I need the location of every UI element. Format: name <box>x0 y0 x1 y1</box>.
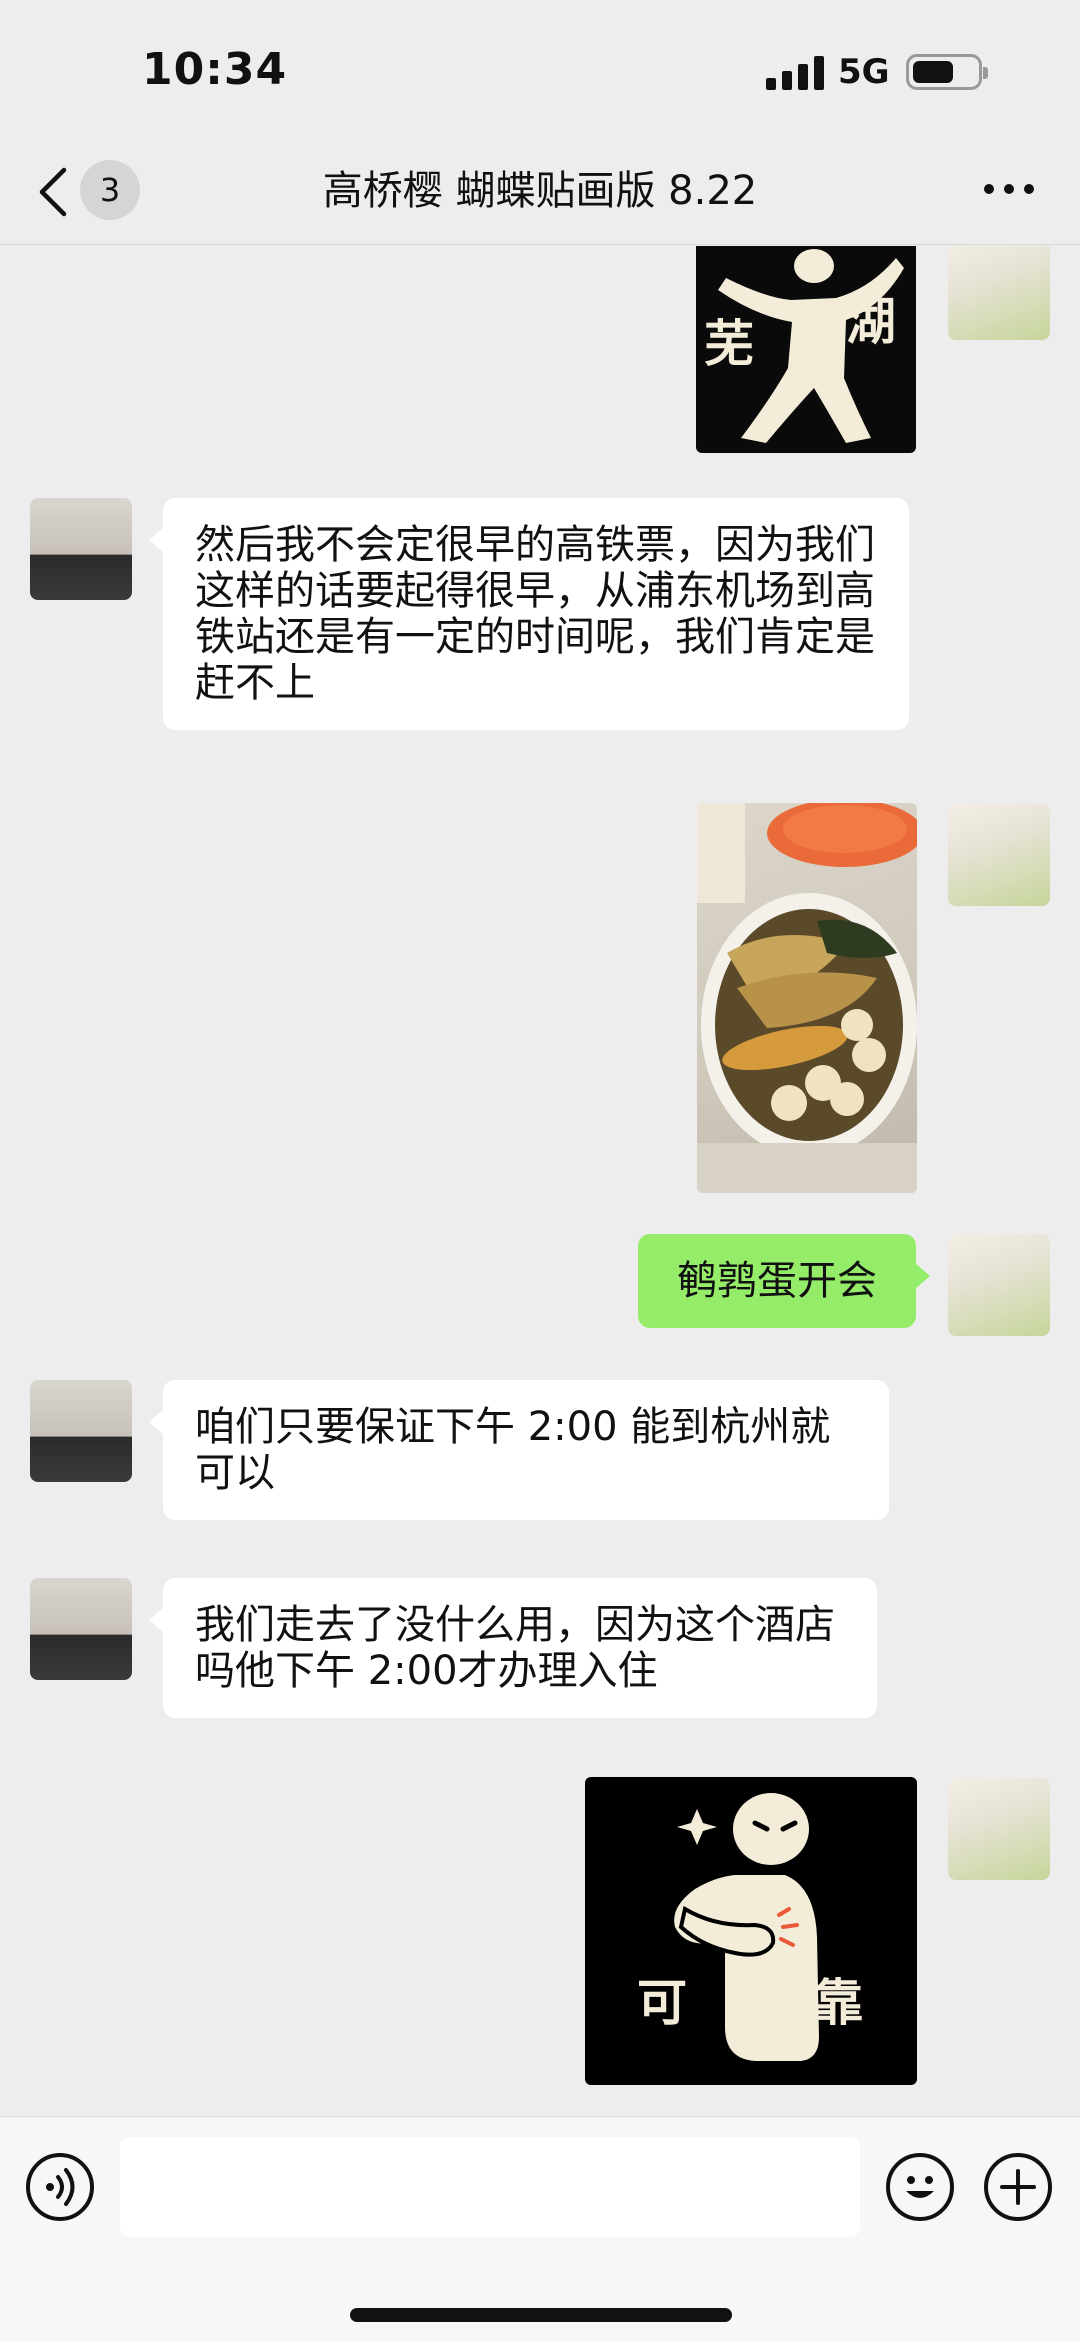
sticker-text-right: 湖 <box>846 293 896 351</box>
emoji-button[interactable] <box>886 2153 954 2221</box>
chat-header: 高桥樱 蝴蝶贴画版 8.22 3 <box>0 140 1080 245</box>
message-list[interactable]: 芜 湖 然后我不会定很早的高铁票，因为我们这样的话要起得很早，从浦东机场到高铁站… <box>0 246 1080 2116</box>
battery-icon <box>906 54 988 90</box>
contact-avatar[interactable] <box>30 1578 132 1680</box>
chevron-left-icon <box>39 167 67 217</box>
sticker-text-left: 可 <box>637 1974 687 2032</box>
thumbs-chest-figure-sticker-icon <box>674 1793 819 2061</box>
my-avatar[interactable] <box>948 1234 1050 1336</box>
noodle-bowl-photo <box>697 803 917 1193</box>
food-photo[interactable] <box>697 803 917 1193</box>
my-avatar[interactable] <box>948 804 1050 906</box>
my-avatar[interactable] <box>948 1778 1050 1880</box>
contact-avatar[interactable] <box>30 498 132 600</box>
message-bubble[interactable]: 我们走去了没什么用，因为这个酒店吗他下午 2:00才办理入住 <box>149 1578 877 1718</box>
chat-title: 高桥樱 蝴蝶贴画版 8.22 <box>322 168 758 214</box>
sticker-text-right: 靠 <box>813 1974 863 2032</box>
home-indicator[interactable] <box>350 2308 732 2322</box>
message-bubble[interactable]: 鹌鹑蛋开会 <box>638 1234 930 1328</box>
message-text: 鹌鹑蛋开会 <box>677 1258 877 1304</box>
signal-icon <box>766 56 824 90</box>
message-input[interactable] <box>120 2137 860 2237</box>
message-bubble[interactable]: 咱们只要保证下午 2:00 能到杭州就可以 <box>149 1380 889 1520</box>
sticker-text-left: 芜 <box>704 315 754 373</box>
more-button[interactable] <box>984 184 1034 198</box>
contact-avatar[interactable] <box>30 1380 132 1482</box>
plus-icon <box>1000 2169 1036 2205</box>
status-time: 10:34 <box>142 44 288 95</box>
status-bar: 10:34 5G <box>0 0 1080 140</box>
sticker-image[interactable]: 芜 湖 <box>696 246 916 453</box>
more-icon <box>984 184 994 194</box>
message-text: 咱们只要保证下午 2:00 能到杭州就可以 <box>195 1404 831 1496</box>
add-button[interactable] <box>984 2153 1052 2221</box>
unread-badge[interactable]: 3 <box>80 160 140 220</box>
voice-button[interactable] <box>26 2153 94 2221</box>
my-avatar[interactable] <box>948 246 1050 340</box>
back-button[interactable] <box>34 164 84 220</box>
network-label: 5G <box>838 52 890 92</box>
message-text: 我们走去了没什么用，因为这个酒店吗他下午 2:00才办理入住 <box>195 1602 835 1694</box>
message-text: 然后我不会定很早的高铁票，因为我们这样的话要起得很早，从浦东机场到高铁站还是有一… <box>195 522 875 706</box>
sticker-image[interactable]: 可 靠 <box>585 1777 917 2085</box>
message-bubble[interactable]: 然后我不会定很早的高铁票，因为我们这样的话要起得很早，从浦东机场到高铁站还是有一… <box>149 498 909 730</box>
emoji-icon <box>906 2176 934 2198</box>
voice-icon <box>46 2168 75 2206</box>
